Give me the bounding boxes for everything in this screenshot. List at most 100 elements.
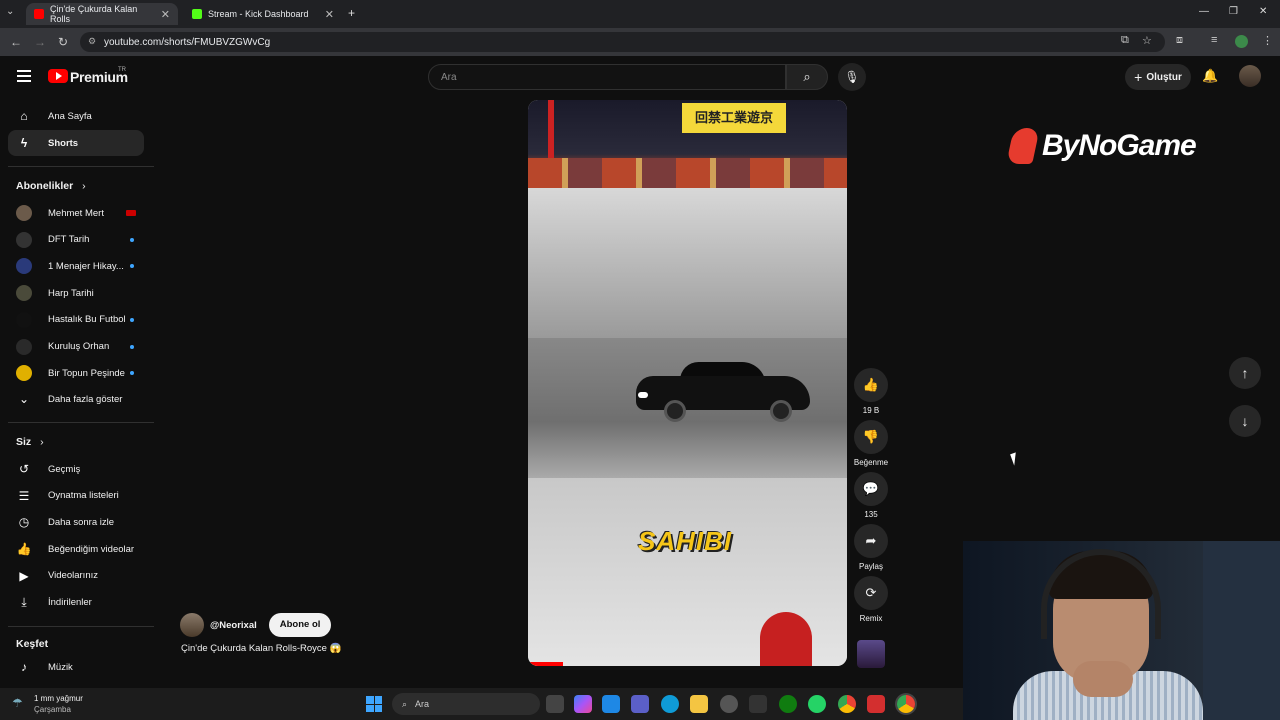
sidebar-subscription-item[interactable]: 1 Menajer Hikay...	[8, 253, 144, 279]
sidebar-subscription-item[interactable]: Harp Tarihi	[8, 280, 144, 306]
tab-search-icon[interactable]: ⌄	[6, 6, 14, 17]
sidebar-item-label: Harp Tarihi	[48, 287, 94, 299]
notifications-bell-icon[interactable]: 🔔	[1202, 68, 1218, 84]
mic-icon: 🎙	[844, 70, 860, 84]
next-short-button[interactable]: ↓	[1229, 405, 1261, 437]
teams-icon[interactable]	[631, 695, 649, 713]
remix-audio-thumbnail[interactable]	[857, 640, 885, 668]
copilot-icon[interactable]	[574, 695, 592, 713]
comments-button[interactable]: 💬	[854, 472, 888, 506]
taskbar-search[interactable]: ⌕ Ara	[392, 693, 540, 715]
new-content-dot	[130, 237, 134, 242]
sidebar-item-music[interactable]: ♪ Müzik	[8, 654, 144, 680]
tab-youtube[interactable]: Çin'de Çukurda Kalan Rolls ✕	[26, 3, 178, 25]
new-content-dot	[130, 344, 134, 349]
weather-rain-icon[interactable]: ☂	[12, 696, 23, 710]
tab-close-icon[interactable]: ✕	[325, 8, 334, 21]
kick-favicon-icon	[192, 9, 202, 19]
window-close-icon[interactable]: ✕	[1259, 6, 1267, 17]
subscriptions-heading[interactable]: Abonelikler ›	[16, 180, 86, 192]
sidebar-subscription-item[interactable]: DFT Tarih	[8, 227, 144, 253]
sidebar-item-shorts[interactable]: ϟ Shorts	[8, 130, 144, 156]
sidebar-item-home[interactable]: ⌂ Ana Sayfa	[8, 103, 144, 129]
like-button[interactable]: 👍	[854, 368, 888, 402]
sidebar-item-label: Ana Sayfa	[48, 110, 92, 122]
youtube-logo-icon[interactable]	[48, 69, 68, 83]
account-avatar[interactable]	[1239, 65, 1261, 87]
extensions-icon[interactable]: ⧈	[1176, 34, 1183, 47]
new-tab-icon[interactable]: +	[348, 6, 355, 20]
bookmark-star-icon[interactable]: ☆	[1142, 34, 1152, 47]
minimize-icon[interactable]: —	[1199, 6, 1209, 17]
store-icon[interactable]	[749, 695, 767, 713]
weather-condition[interactable]: 1 mm yağmur	[34, 694, 83, 703]
browser-menu-icon[interactable]: ⋮	[1262, 34, 1273, 47]
search-button[interactable]: ⌕	[786, 64, 828, 90]
profile-icon[interactable]	[1235, 35, 1248, 48]
create-button[interactable]: + Oluştur	[1125, 64, 1191, 90]
sidebar-item-watch-later[interactable]: ◷ Daha sonra izle	[8, 509, 144, 535]
youtube-favicon-icon	[34, 9, 44, 19]
search-icon: ⌕	[803, 69, 811, 84]
sidebar-item-label: Müzik	[48, 661, 73, 673]
music-icon: ♪	[21, 660, 27, 674]
sidebar-item-downloads[interactable]: ⤓ İndirilenler	[8, 590, 144, 616]
address-bar-row: ← → ↻ ⚙ youtube.com/shorts/FMUBVZGWvCg ⧉…	[0, 28, 1280, 56]
address-bar[interactable]: ⚙ youtube.com/shorts/FMUBVZGWvCg	[80, 32, 1165, 52]
maximize-icon[interactable]: ❐	[1229, 6, 1238, 17]
forward-icon[interactable]: →	[34, 35, 46, 49]
video-title[interactable]: Çin'de Çukurda Kalan Rolls-Royce 😱	[181, 643, 341, 654]
widgets-icon[interactable]	[602, 695, 620, 713]
channel-avatar-icon	[16, 231, 32, 248]
sidebar-item-label: 1 Menajer Hikay...	[48, 260, 124, 272]
sidebar-item-your-videos[interactable]: ▶ Videolarınız	[8, 563, 144, 589]
video-progress-bar[interactable]	[528, 662, 564, 666]
windows-start-icon[interactable]	[366, 696, 382, 712]
dislike-button[interactable]: 👎	[854, 420, 888, 454]
sidebar: ⌂ Ana Sayfa ϟ Shorts Abonelikler › Mehme…	[0, 98, 154, 688]
search-input[interactable]: Ara	[428, 64, 786, 90]
tab-close-icon[interactable]: ✕	[161, 8, 170, 21]
edge-icon[interactable]	[661, 695, 679, 713]
chrome-active-icon[interactable]	[897, 695, 915, 713]
sidebar-subscription-item[interactable]: Kuruluş Orhan	[8, 334, 144, 360]
show-more-button[interactable]: ⌄ Daha fazla göster	[8, 386, 144, 412]
chrome-icon[interactable]	[838, 695, 856, 713]
sidebar-item-playlists[interactable]: ☰ Oynatma listeleri	[8, 483, 144, 509]
media-controls-icon[interactable]: ≡	[1211, 34, 1217, 46]
cast-icon[interactable]: ⧉	[1121, 34, 1129, 47]
task-view-icon[interactable]	[546, 695, 564, 713]
whatsapp-icon[interactable]	[808, 695, 826, 713]
file-explorer-icon[interactable]	[690, 695, 708, 713]
site-info-icon[interactable]: ⚙	[88, 36, 96, 47]
sidebar-subscription-item[interactable]: Hastalık Bu Futbol	[8, 307, 144, 333]
wps-office-icon[interactable]	[867, 695, 885, 713]
channel-avatar[interactable]	[180, 613, 204, 637]
previous-short-button[interactable]: ↑	[1229, 357, 1261, 389]
channel-avatar-icon	[16, 258, 32, 275]
shorts-video-player[interactable]: 回禁工業遊京 SAHIBI	[528, 100, 847, 666]
sidebar-subscription-item[interactable]: Mehmet Mert	[8, 200, 144, 226]
subscribe-button[interactable]: Abone ol	[268, 613, 332, 637]
reload-icon[interactable]: ↻	[58, 35, 68, 49]
bynogame-mark-icon	[1006, 128, 1040, 164]
weather-day[interactable]: Çarşamba	[34, 705, 71, 714]
sidebar-subscription-item[interactable]: Bir Topun Peşinde	[8, 360, 144, 386]
channel-name[interactable]: @Neorixal	[210, 620, 257, 631]
you-title: Siz	[16, 436, 32, 448]
share-button[interactable]: ➦	[854, 524, 888, 558]
remix-button[interactable]: ⟳	[854, 576, 888, 610]
sidebar-item-liked-videos[interactable]: 👍 Beğendiğim videolar	[8, 536, 144, 562]
sidebar-item-label: Kuruluş Orhan	[48, 341, 110, 352]
sidebar-item-history[interactable]: ↺ Geçmiş	[8, 456, 144, 482]
channel-avatar-icon	[16, 338, 32, 355]
you-heading[interactable]: Siz ›	[16, 436, 44, 448]
bynogame-text: ByNoGame	[1042, 129, 1197, 162]
steam-icon[interactable]	[720, 695, 738, 713]
channel-avatar-icon	[16, 365, 32, 382]
xbox-icon[interactable]	[779, 695, 797, 713]
menu-icon[interactable]	[17, 70, 31, 82]
tab-kick[interactable]: Stream - Kick Dashboard ✕	[184, 3, 342, 25]
back-icon[interactable]: ←	[10, 35, 22, 49]
voice-search-button[interactable]: 🎙	[838, 63, 866, 91]
